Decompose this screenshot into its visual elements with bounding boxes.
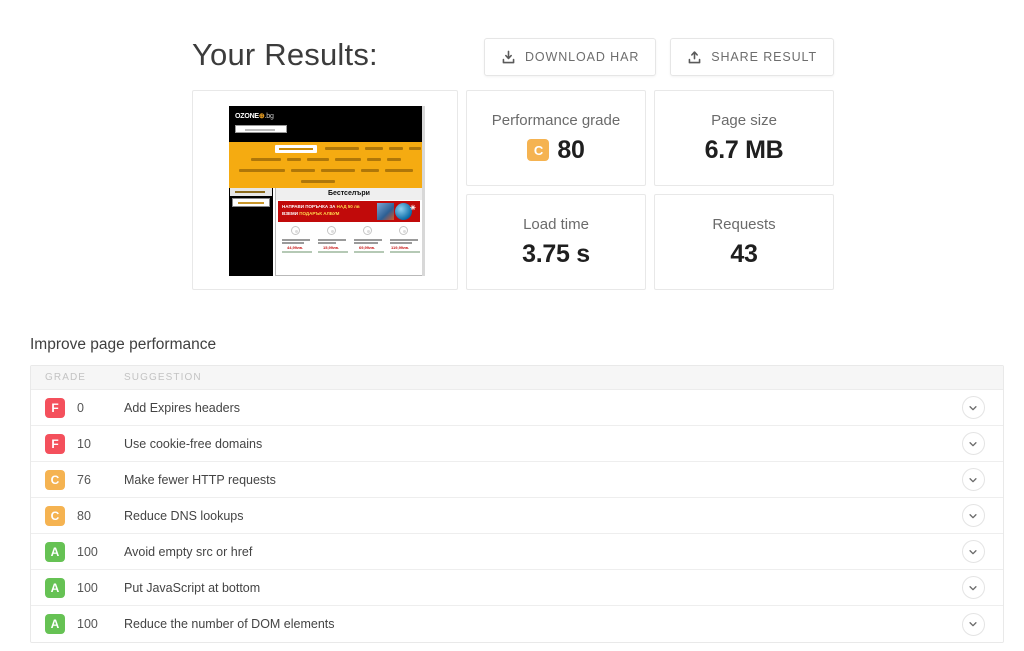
grade-cell: A 100 xyxy=(31,614,111,634)
metric-card-requests: Requests 43 xyxy=(654,194,834,290)
grade-badge: C xyxy=(45,469,65,490)
suggestion-text: Add Expires headers xyxy=(124,400,241,415)
expand-cell xyxy=(943,612,1003,636)
table-row[interactable]: A 100 Avoid empty src or href xyxy=(31,534,1003,570)
page-title: Your Results: xyxy=(192,37,378,72)
suggestions-table: GRADE SUGGESTION F 0 Add Expires headers F 1… xyxy=(30,365,1004,643)
expand-cell xyxy=(943,432,1003,455)
header-actions: DOWNLOAD HAR SHARE RESULT xyxy=(483,38,834,76)
grade-score: 100 xyxy=(77,617,98,631)
grade-score: 100 xyxy=(77,544,98,559)
metric-card-load-time: Load time 3.75 s xyxy=(466,194,646,290)
suggestion-text: Reduce DNS lookups xyxy=(124,508,244,523)
table-row[interactable]: C 80 Reduce DNS lookups xyxy=(31,498,1003,534)
suggestion-text: Put JavaScript at bottom xyxy=(124,580,261,595)
metric-value: 6.7 MB xyxy=(704,135,784,164)
table-row[interactable]: C 76 Make fewer HTTP requests xyxy=(31,462,1003,498)
expand-cell xyxy=(943,396,1003,419)
chevron-down-icon[interactable] xyxy=(961,432,985,455)
site-thumbnail-image: OZONE⊕.bg Бестселъри НАПРАВИ ПОРЪЧКА ЗА … xyxy=(229,106,425,276)
mini-navbar xyxy=(229,142,425,188)
download-icon xyxy=(501,50,516,65)
grade-cell: F 10 xyxy=(31,433,111,454)
mini-section-title: Бестселъри xyxy=(276,188,422,200)
chevron-down-icon[interactable] xyxy=(961,576,985,599)
share-result-label: SHARE RESULT xyxy=(711,50,817,64)
mini-search-box xyxy=(235,125,287,133)
improve-section-title: Improve page performance xyxy=(30,336,217,353)
grade-badge: A xyxy=(45,614,65,634)
download-har-label: DOWNLOAD HAR xyxy=(524,50,640,64)
grade-badge: C xyxy=(45,505,65,526)
grade-score: 76 xyxy=(77,472,91,487)
grade-score: 100 xyxy=(77,580,98,595)
download-har-button[interactable]: DOWNLOAD HAR xyxy=(483,38,657,76)
expand-cell xyxy=(943,540,1003,563)
grade-cell: F0 xyxy=(31,397,111,418)
chevron-down-icon[interactable] xyxy=(961,468,985,491)
grade-cell: A 100 xyxy=(31,541,111,562)
share-icon xyxy=(687,50,702,65)
grade-cell: C 80 xyxy=(31,505,111,526)
grade-cell: C 76 xyxy=(31,469,111,490)
column-header-suggestion: SUGGESTION xyxy=(124,372,202,383)
grade-score: 0 xyxy=(77,400,84,415)
expand-cell xyxy=(943,576,1003,599)
results-page: Your Results: DOWNLOAD HAR SHARE RESULT … xyxy=(0,0,1024,651)
results-header: Your Results: DOWNLOAD HAR SHARE RESULT xyxy=(192,36,834,82)
metric-number: 80 xyxy=(557,135,585,164)
chevron-down-icon[interactable] xyxy=(961,612,985,636)
site-thumbnail-card: OZONE⊕.bg Бестселъри НАПРАВИ ПОРЪЧКА ЗА … xyxy=(192,90,458,290)
chevron-down-icon[interactable] xyxy=(961,504,985,527)
metric-card-page-size: Page size 6.7 MB xyxy=(654,90,834,186)
table-row[interactable]: F 0 Add Expires headers xyxy=(31,390,1003,426)
metric-label: Load time xyxy=(523,215,589,233)
suggestion-text: Use cookie-free domains xyxy=(124,436,263,451)
grade-badge: F xyxy=(45,397,65,418)
mini-promo-banner: НАПРАВИ ПОРЪЧКА ЗА НАД 50 лв ВЗЕМИ ПОДАР… xyxy=(278,201,420,222)
share-result-button[interactable]: SHARE RESULT xyxy=(670,38,834,76)
grade-badge: A xyxy=(45,541,65,562)
chevron-down-icon[interactable] xyxy=(961,540,985,563)
mini-site-logo: OZONE⊕.bg xyxy=(235,113,274,120)
mini-content: Бестселъри НАПРАВИ ПОРЪЧКА ЗА НАД 50 лв … xyxy=(275,188,423,276)
metric-label: Performance grade xyxy=(491,111,621,129)
expand-cell xyxy=(943,468,1003,491)
metric-label: Requests xyxy=(712,215,776,233)
suggestion-text: Avoid empty src or href xyxy=(124,544,253,559)
grade-score: 80 xyxy=(77,508,91,523)
expand-cell xyxy=(943,504,1003,527)
table-row[interactable]: A 100 Put JavaScript at bottom xyxy=(31,570,1003,606)
grade-score: 10 xyxy=(77,436,91,451)
grade-badge: A xyxy=(45,577,65,598)
grade-cell: A 100 xyxy=(31,577,111,598)
chevron-down-icon[interactable] xyxy=(961,396,985,419)
table-row[interactable]: A 100 Reduce the number of DOM elements xyxy=(31,606,1003,642)
table-row[interactable]: F 10 Use cookie-free domains xyxy=(31,426,1003,462)
mini-sidebar xyxy=(229,188,273,276)
grade-chip: C xyxy=(527,139,550,161)
metric-card-performance-grade: Performance grade C 80 xyxy=(466,90,646,186)
grade-badge: F xyxy=(45,433,65,454)
metric-label: Page size xyxy=(711,111,777,129)
metric-value: C 80 xyxy=(527,135,585,165)
metric-value: 3.75 s xyxy=(522,239,590,268)
suggestion-text: Make fewer HTTP requests xyxy=(124,472,276,487)
column-header-grade: GRADE xyxy=(45,372,87,383)
suggestion-text: Reduce the number of DOM elements xyxy=(124,617,335,631)
metric-value: 43 xyxy=(730,239,758,268)
suggestions-rows: F 0 Add Expires headers F 10 Use cookie-free … xyxy=(31,390,1003,642)
suggestions-table-header: GRADE SUGGESTION xyxy=(31,366,1003,390)
summary-cards: OZONE⊕.bg Бестселъри НАПРАВИ ПОРЪЧКА ЗА … xyxy=(192,90,834,290)
